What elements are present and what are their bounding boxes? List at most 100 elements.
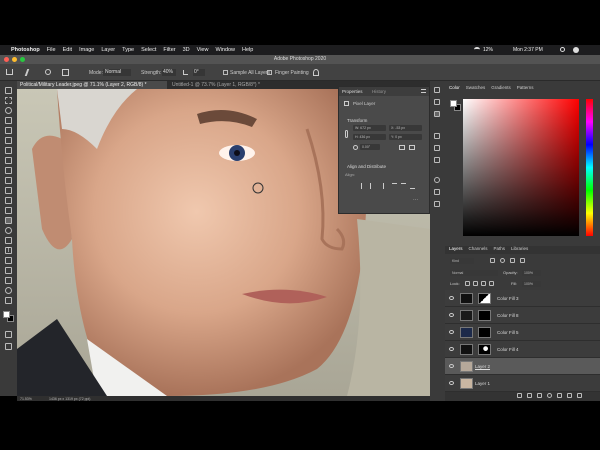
link-layers-icon[interactable] <box>517 393 522 398</box>
menu-app[interactable]: Photoshop <box>11 47 40 53</box>
blend-mode-select[interactable]: Normal <box>450 270 498 276</box>
menu-layer[interactable]: Layer <box>101 47 115 53</box>
filter-adjust-icon[interactable] <box>500 258 505 263</box>
move-tool-icon[interactable] <box>5 87 12 94</box>
eye-icon[interactable] <box>449 347 454 351</box>
eraser-tool-icon[interactable] <box>5 197 12 204</box>
crop-tool-icon[interactable] <box>5 127 12 134</box>
tab-swatches[interactable]: Swatches <box>466 85 486 93</box>
align-middle-v-icon[interactable] <box>401 183 406 189</box>
menu-select[interactable]: Select <box>141 47 156 53</box>
adjustments-panel-icon[interactable] <box>434 177 440 183</box>
tab-gradients[interactable]: Gradients <box>491 85 511 93</box>
foreground-color-swatch[interactable] <box>3 311 10 318</box>
width-field[interactable]: W: 672 px <box>353 125 386 131</box>
align-right-icon[interactable] <box>379 183 384 189</box>
tab-layers[interactable]: Layers <box>449 246 463 254</box>
lock-artboard-icon[interactable] <box>481 281 486 286</box>
tab-color[interactable]: Color <box>449 85 460 93</box>
hand-tool-icon[interactable] <box>5 277 12 284</box>
link-dimensions-icon[interactable] <box>345 130 348 138</box>
tab-untitled-1[interactable]: Untitled-1 @ 73.7% (Layer 1, RGB/8*) * <box>169 81 289 89</box>
flip-horizontal-icon[interactable] <box>399 145 405 150</box>
history-brush-tool-icon[interactable] <box>5 187 12 194</box>
layer-row[interactable]: Color Fill 8 <box>445 307 600 324</box>
lasso-tool-icon[interactable] <box>5 107 12 114</box>
menu-image[interactable]: Image <box>79 47 94 53</box>
search-icon[interactable] <box>560 47 565 52</box>
navigator-panel-icon[interactable] <box>434 201 440 207</box>
glyphs-panel-icon[interactable] <box>434 157 440 163</box>
marquee-tool-icon[interactable] <box>5 97 12 104</box>
menu-window[interactable]: Window <box>215 47 235 53</box>
brush-settings-icon[interactable] <box>62 69 69 76</box>
hue-slider[interactable] <box>586 99 593 236</box>
tab-channels[interactable]: Channels <box>469 246 488 254</box>
lock-position-icon[interactable] <box>473 281 478 286</box>
menu-help[interactable]: Help <box>242 47 253 53</box>
tab-paths[interactable]: Paths <box>494 246 506 254</box>
frame-tool-icon[interactable] <box>5 137 12 144</box>
shape-tool-icon[interactable] <box>5 267 12 274</box>
align-heading[interactable]: Align and Distribute <box>347 164 386 169</box>
layer-filter-kind[interactable]: Kind <box>450 258 474 264</box>
dodge-tool-icon[interactable] <box>5 227 12 234</box>
add-mask-icon[interactable] <box>537 393 542 398</box>
panel-menu-icon[interactable] <box>421 89 426 93</box>
lock-pixels-icon[interactable] <box>465 281 470 286</box>
angle-field[interactable]: 0.00° <box>360 144 380 150</box>
eyedropper-tool-icon[interactable] <box>5 147 12 154</box>
user-icon[interactable] <box>573 47 579 53</box>
adjustment-layer-icon[interactable] <box>547 393 552 398</box>
menu-filter[interactable]: Filter <box>163 47 175 53</box>
smudge-icon[interactable] <box>24 69 34 76</box>
home-icon[interactable] <box>6 69 13 75</box>
color-picker-field[interactable] <box>463 99 579 236</box>
history-panel-icon[interactable] <box>434 87 440 93</box>
pen-tool-icon[interactable] <box>5 237 12 244</box>
minimize-window-button[interactable] <box>12 57 17 62</box>
align-top-icon[interactable] <box>392 183 397 189</box>
layer-style-icon[interactable] <box>527 393 532 398</box>
x-field[interactable]: X: -53 px <box>389 125 422 131</box>
zoom-tool-icon[interactable] <box>5 287 12 294</box>
fill-input[interactable]: 100% <box>522 281 541 287</box>
menu-file[interactable]: File <box>47 47 56 53</box>
styles-panel-icon[interactable] <box>434 189 440 195</box>
more-options-icon[interactable]: ··· <box>413 197 418 203</box>
tab-political-leader[interactable]: Political/Military Leader.jpeg @ 71.1% (… <box>17 81 167 89</box>
new-group-icon[interactable] <box>557 393 562 398</box>
clone-stamp-tool-icon[interactable] <box>5 177 12 184</box>
sample-all-checkbox[interactable] <box>223 70 228 75</box>
finger-painting-checkbox[interactable] <box>267 70 272 75</box>
layer-row[interactable]: Color Fill 3 <box>445 290 600 307</box>
layer-row[interactable]: Layer 1 <box>445 375 600 392</box>
properties-panel-icon[interactable] <box>434 111 440 117</box>
filter-pixel-icon[interactable] <box>490 258 495 263</box>
menu-type[interactable]: Type <box>122 47 134 53</box>
quick-select-tool-icon[interactable] <box>5 117 12 124</box>
y-field[interactable]: Y: 0 px <box>389 134 422 140</box>
gradient-tool-icon[interactable] <box>5 207 12 214</box>
filter-type-icon[interactable] <box>510 258 515 263</box>
tab-patterns[interactable]: Patterns <box>517 85 534 93</box>
align-center-h-icon[interactable] <box>370 183 375 189</box>
screen-mode-icon[interactable] <box>5 343 12 350</box>
type-tool-icon[interactable]: T <box>5 247 12 254</box>
eye-icon[interactable] <box>449 381 454 385</box>
healing-tool-icon[interactable] <box>5 157 12 164</box>
layer-row[interactable]: Color Fill 5 <box>445 324 600 341</box>
tab-history[interactable]: History <box>372 89 386 94</box>
brush-settings-panel-icon[interactable] <box>434 99 440 105</box>
mode-select[interactable]: Normal <box>103 69 131 76</box>
close-window-button[interactable] <box>4 57 9 62</box>
smudge-tool-icon[interactable] <box>5 217 12 224</box>
quick-mask-icon[interactable] <box>5 331 12 338</box>
angle-input[interactable]: 0° <box>193 69 205 76</box>
menu-view[interactable]: View <box>197 47 209 53</box>
eye-icon[interactable] <box>449 296 454 300</box>
document-info[interactable]: 1436 px x 1319 px (72 ppi) <box>49 397 90 401</box>
delete-layer-icon[interactable] <box>577 393 582 398</box>
tab-properties[interactable]: Properties <box>342 89 363 94</box>
layer-row[interactable]: Color Fill 4 <box>445 341 600 358</box>
